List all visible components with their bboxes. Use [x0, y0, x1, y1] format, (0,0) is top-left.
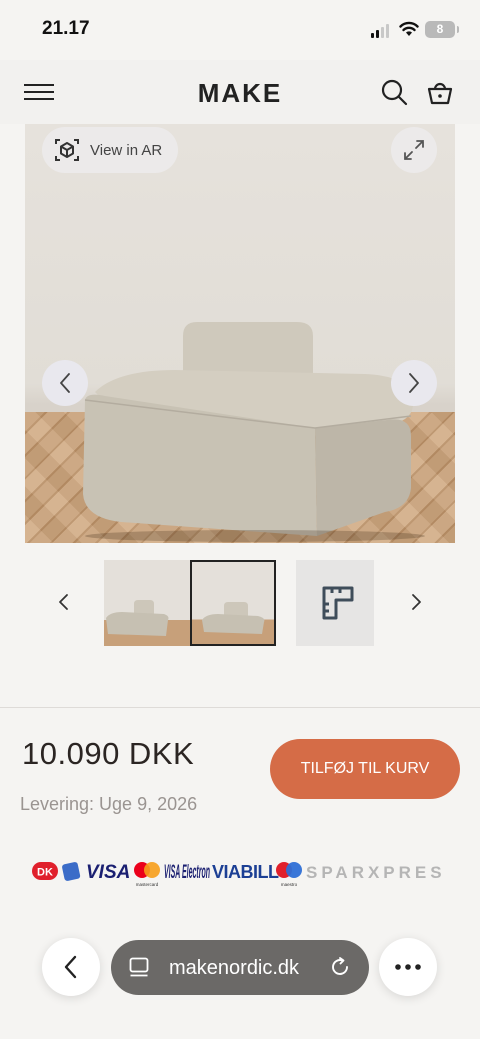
- payment-sparxpres: SPARXPRES: [306, 863, 446, 882]
- status-bar: 21.17 8: [0, 0, 480, 60]
- divider: [0, 707, 480, 708]
- fullscreen-button[interactable]: [391, 127, 437, 173]
- brand-logo[interactable]: MAKE: [0, 78, 480, 109]
- chevron-right-icon: [409, 373, 419, 393]
- payment-viabill: VIABILL: [212, 862, 279, 882]
- thumbnail-sofa-image: [106, 600, 169, 636]
- ruler-icon: [322, 586, 354, 620]
- product-image[interactable]: View in AR: [25, 124, 455, 543]
- basket-icon[interactable]: [426, 78, 454, 106]
- payment-logos: DK VISA mastercard VISA Electron VIABILL…: [32, 862, 446, 887]
- ar-cube-icon: [55, 139, 79, 161]
- chevron-right-icon[interactable]: [404, 588, 428, 616]
- payment-visa-electron: VISA Electron: [164, 862, 210, 883]
- thumbnail-dimensions[interactable]: [296, 560, 374, 646]
- delivery-estimate: Levering: Uge 9, 2026: [20, 794, 198, 814]
- more-options-button[interactable]: [379, 938, 437, 996]
- dankort-logo: DK: [32, 862, 58, 880]
- maestro-logo: maestro: [276, 862, 302, 887]
- add-to-cart-button[interactable]: TILFØJ TIL KURV: [270, 739, 460, 799]
- chevron-left-icon: [64, 955, 77, 979]
- search-icon[interactable]: [380, 78, 408, 106]
- url-text: makenordic.dk: [169, 957, 300, 979]
- battery-icon: 8: [425, 21, 459, 38]
- thumbnail-2-selected[interactable]: [190, 560, 276, 646]
- payment-maestro: maestro: [281, 882, 298, 887]
- mobilepay-logo: [62, 862, 81, 881]
- site-header: MAKE: [0, 60, 480, 124]
- next-image-button[interactable]: [391, 360, 437, 406]
- payment-dk: DK: [37, 867, 53, 879]
- address-bar[interactable]: makenordic.dk: [111, 940, 369, 995]
- thumbnail-1[interactable]: [104, 560, 190, 646]
- signal-icon: [371, 24, 391, 38]
- ar-label: View in AR: [90, 141, 163, 159]
- view-in-ar-button[interactable]: View in AR: [42, 127, 179, 173]
- payment-mastercard: mastercard: [136, 882, 159, 887]
- clock: 21.17: [42, 18, 90, 39]
- wifi-icon: [399, 21, 419, 36]
- payment-visa: VISA: [86, 862, 130, 883]
- tabs-icon: [129, 957, 149, 977]
- thumbnail-sofa-image: [202, 602, 265, 634]
- previous-image-button[interactable]: [42, 360, 88, 406]
- visa-electron-logo: VISA Electron: [164, 862, 210, 883]
- chevron-left-icon: [60, 373, 70, 393]
- more-icon: [395, 964, 421, 970]
- reload-icon[interactable]: [329, 956, 351, 978]
- chevron-left-icon[interactable]: [52, 588, 76, 616]
- browser-back-button[interactable]: [42, 938, 100, 996]
- product-price: 10.090 DKK: [22, 736, 195, 771]
- mastercard-logo: mastercard: [134, 862, 160, 887]
- sofa-image: [83, 322, 425, 542]
- expand-icon: [404, 140, 424, 160]
